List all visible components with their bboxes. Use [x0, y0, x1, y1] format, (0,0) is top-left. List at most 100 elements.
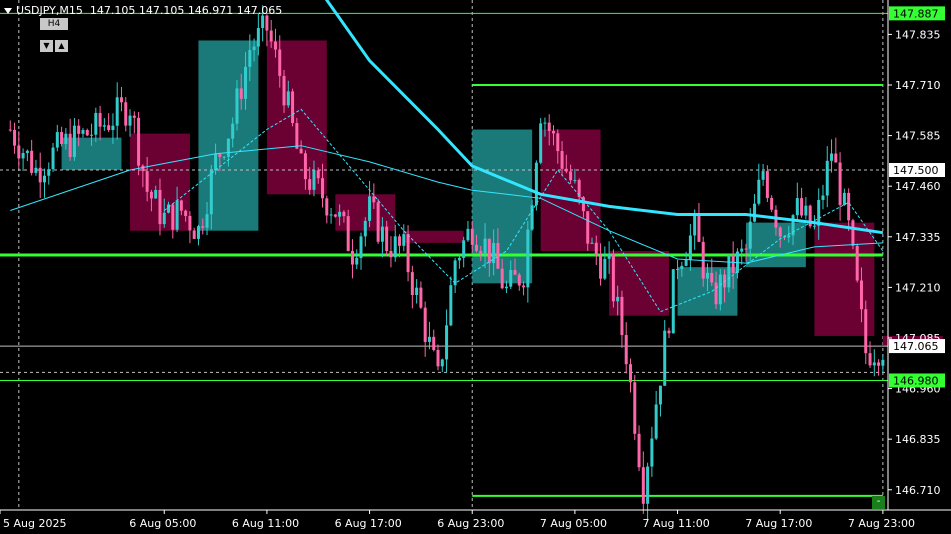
candle-body	[265, 15, 269, 31]
candle-body	[500, 268, 504, 289]
candle-body	[851, 220, 855, 246]
candle-body	[449, 285, 453, 326]
chart-header: USDJPY,M15 147.105 147.105 146.971 147.0…	[4, 4, 282, 17]
scroll-up-icon[interactable]: ▲	[55, 40, 68, 52]
candle-body	[710, 272, 714, 283]
candle-body	[235, 88, 239, 124]
candle-body	[81, 130, 85, 134]
candle-body	[740, 248, 744, 252]
candle-body	[462, 240, 466, 258]
price-label-text: 147.887	[893, 7, 939, 20]
candle-body	[196, 226, 200, 239]
candle-body	[295, 123, 299, 149]
candle-body	[552, 130, 556, 134]
candle-body	[436, 350, 440, 367]
candle-body	[445, 325, 449, 360]
candle-body	[838, 162, 842, 205]
candle-body	[872, 362, 876, 366]
candle-body	[676, 269, 680, 271]
symbol-label: USDJPY,M15	[16, 4, 83, 17]
candle-body	[744, 248, 748, 250]
candle-body	[765, 171, 769, 198]
candle-body	[393, 236, 397, 258]
candle-body	[286, 91, 290, 106]
candle-body	[188, 215, 192, 231]
candle-body	[214, 154, 218, 171]
candle-body	[509, 270, 513, 287]
candle-body	[778, 227, 782, 237]
candle-body	[244, 66, 248, 99]
y-tick-label: 147.710	[895, 79, 941, 92]
candle-body	[658, 385, 662, 405]
candle-body	[517, 274, 521, 286]
ohlc-readout: 147.105 147.105 146.971 147.065	[89, 4, 283, 17]
candle-body	[303, 153, 307, 180]
candle-body	[534, 162, 538, 206]
candle-body	[688, 235, 692, 260]
candle-body	[329, 214, 333, 216]
candle-body	[470, 228, 474, 245]
candle-body	[278, 49, 282, 76]
candle-body	[671, 269, 675, 334]
candle-body	[855, 245, 859, 281]
candle-body	[761, 171, 765, 180]
candle-body	[269, 30, 273, 42]
candle-body	[859, 280, 863, 310]
candle-body	[504, 286, 508, 289]
candle-body	[590, 242, 594, 244]
candle-body	[599, 256, 603, 279]
h4-box	[540, 129, 601, 251]
chart-menu-icon[interactable]	[4, 8, 12, 14]
candle-body	[402, 234, 406, 246]
candle-body	[21, 153, 25, 159]
scroll-down-icon[interactable]: ▼	[40, 40, 53, 52]
candle-body	[646, 466, 650, 504]
candle-body	[282, 75, 286, 106]
x-tick-label: 6 Aug 23:00	[437, 517, 504, 530]
scroll-arrows: ▼ ▲	[40, 33, 70, 52]
candle-body	[607, 254, 611, 259]
candle-body	[560, 151, 564, 169]
y-tick-label: 147.835	[895, 28, 941, 41]
candle-body	[410, 272, 414, 296]
candle-body	[547, 122, 551, 131]
candle-body	[248, 50, 252, 67]
candle-body	[231, 123, 235, 139]
collapse-button[interactable]: -	[872, 496, 885, 509]
candle-body	[881, 359, 885, 366]
candle-body	[325, 198, 329, 216]
candle-body	[556, 133, 560, 152]
candle-body	[119, 97, 123, 103]
candle-body	[650, 438, 654, 467]
y-tick-label: 147.585	[895, 130, 941, 143]
x-tick-label: 5 Aug 2025	[3, 517, 66, 530]
candle-body	[312, 170, 316, 190]
candle-body	[641, 467, 645, 504]
y-tick-label: 147.210	[895, 281, 941, 294]
y-tick-label: 146.835	[895, 433, 941, 446]
candle-body	[17, 145, 21, 159]
candle-body	[25, 150, 29, 154]
candle-body	[479, 250, 483, 254]
candle-body	[611, 254, 615, 302]
candle-body	[8, 129, 12, 131]
candle-body	[363, 220, 367, 237]
candle-body	[539, 123, 543, 163]
candle-body	[60, 132, 64, 145]
candle-body	[543, 122, 547, 124]
candle-body	[192, 230, 196, 239]
candle-body	[684, 259, 688, 266]
price-chart[interactable]: 147.835 147.710 147.585 147.460 147.335 147.2…	[0, 0, 951, 534]
x-tick-label: 7 Aug 11:00	[643, 517, 710, 530]
candle-body	[432, 336, 436, 351]
candle-body	[239, 88, 243, 99]
candle-body	[620, 296, 624, 336]
candle-body	[308, 179, 312, 190]
candle-body	[355, 257, 359, 265]
candle-body	[423, 307, 427, 342]
candle-body	[380, 226, 384, 242]
candle-body	[727, 254, 731, 288]
timeframe-button[interactable]: H4	[40, 18, 68, 30]
candle-body	[222, 156, 226, 158]
y-tick-label: 147.335	[895, 231, 941, 244]
